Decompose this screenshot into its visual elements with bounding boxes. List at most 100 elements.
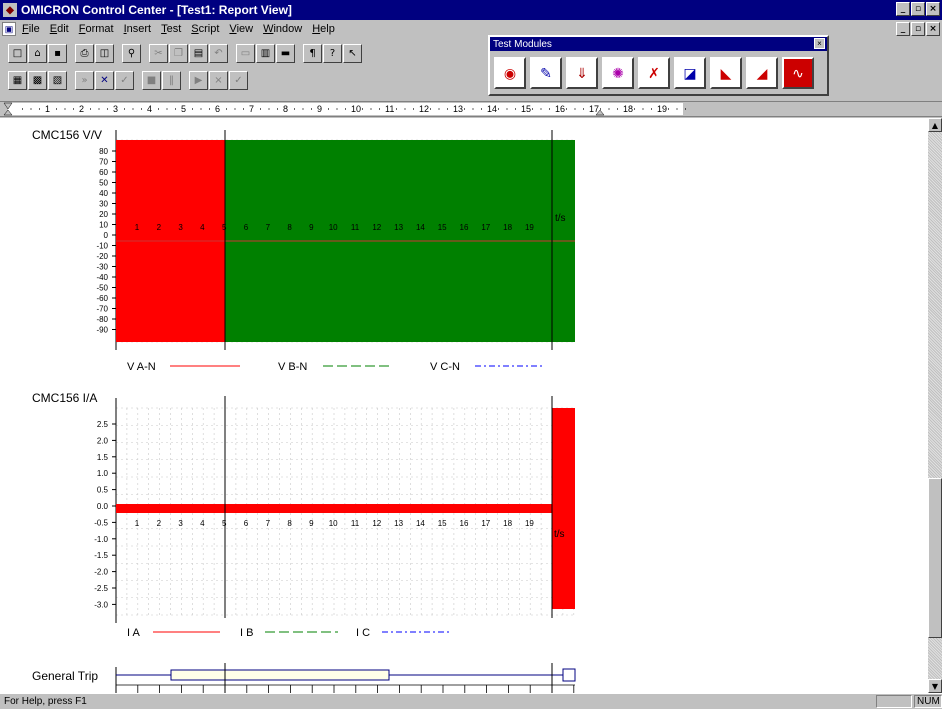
ruler-label: 7 bbox=[249, 104, 254, 114]
differential-icon[interactable]: ◣ bbox=[710, 57, 742, 89]
paste-icon[interactable]: ▤ bbox=[189, 43, 208, 63]
menu-script[interactable]: Script bbox=[191, 23, 219, 35]
menu-insert[interactable]: Insert bbox=[124, 23, 152, 35]
view-report-icon[interactable]: ▬ bbox=[276, 43, 295, 63]
omicron-app-icon[interactable]: ◆ bbox=[3, 3, 17, 17]
scroll-down-arrow-icon[interactable]: ▼ bbox=[928, 679, 942, 693]
pulse-ramping-icon[interactable]: ✺ bbox=[602, 57, 634, 89]
context-help-icon[interactable]: ↖ bbox=[343, 43, 362, 63]
general-trip-chart: General Trip bbox=[32, 663, 576, 693]
voltage-x-tick: 14 bbox=[416, 223, 425, 232]
cut-icon[interactable]: ✂ bbox=[149, 43, 168, 63]
voltage-x-tick: 18 bbox=[503, 223, 512, 232]
minimize-button[interactable]: _ bbox=[896, 2, 910, 16]
test-modules-close-button[interactable]: × bbox=[814, 38, 825, 49]
transplay-icon[interactable]: ∿ bbox=[782, 57, 814, 89]
scrollbar-thumb[interactable] bbox=[928, 478, 942, 638]
voltage-x-unit: t/s bbox=[555, 213, 566, 224]
document-system-icon[interactable]: ▣ bbox=[2, 22, 16, 36]
current-y-tick: 1.5 bbox=[97, 453, 109, 462]
view-split-icon[interactable]: ▥ bbox=[256, 43, 275, 63]
overcurrent-icon[interactable]: ✗ bbox=[638, 57, 670, 89]
vertical-scrollbar[interactable]: ▲ ▼ bbox=[928, 118, 942, 693]
run-all-icon[interactable]: ✕ bbox=[95, 70, 114, 90]
menu-view[interactable]: View bbox=[229, 23, 253, 35]
hardware-icon[interactable]: ▩ bbox=[28, 70, 47, 90]
doc-minimize-button[interactable]: _ bbox=[896, 22, 910, 36]
voltage-y-tick: -80 bbox=[96, 315, 108, 324]
current-x-tick: 3 bbox=[178, 519, 183, 528]
trip-end-block bbox=[562, 668, 576, 682]
ruler[interactable]: 1 2 3 4 5 6 7 8 9 10 11 12 13 14 15 16 17 18 19 bbox=[0, 101, 942, 117]
copy-icon[interactable]: ❐ bbox=[169, 43, 188, 63]
window-titlebar[interactable]: ◆ OMICRON Control Center - [Test1: Repor… bbox=[0, 0, 942, 20]
voltage-x-tick: 12 bbox=[372, 223, 381, 232]
report-view-document[interactable]: CMC156 V/V 80 70 60 50 40 30 20 10 0 -10 -20 -30 -40… bbox=[0, 118, 928, 693]
ruler-label: 18 bbox=[623, 104, 633, 114]
doc-close-button[interactable]: × bbox=[926, 22, 940, 36]
scroll-up-arrow-icon[interactable]: ▲ bbox=[928, 118, 942, 132]
current-chart-title: CMC156 I/A bbox=[32, 391, 97, 405]
new-icon[interactable]: □ bbox=[8, 43, 27, 63]
standard-toolbar: □ ⌂ ▪ ⎙ ◫ ⚲ ✂ ❐ ▤ ↶ ▭ ▥ ▬ ¶ ? ↖ bbox=[8, 42, 362, 64]
voltage-y-tick: -10 bbox=[96, 242, 108, 251]
current-x-tick: 6 bbox=[244, 519, 249, 528]
undo-icon[interactable]: ↶ bbox=[209, 43, 228, 63]
clear-icon[interactable]: × bbox=[209, 70, 228, 90]
menu-edit[interactable]: Edit bbox=[50, 23, 69, 35]
current-y-tick: -3.0 bbox=[94, 600, 108, 609]
ruler-label: 5 bbox=[181, 104, 186, 114]
test-modules-palette[interactable]: Test Modules × ◉ ✎ ⇓ ✺ ✗ ◪ ◣ ◢ ∿ bbox=[488, 35, 829, 96]
voltage-y-tick: -70 bbox=[96, 305, 108, 314]
ruler-label: 2 bbox=[79, 104, 84, 114]
restore-button[interactable]: ▫ bbox=[911, 2, 925, 16]
stop-icon[interactable]: ■ bbox=[142, 70, 161, 90]
current-x-tick: 19 bbox=[525, 519, 534, 528]
general-trip-title: General Trip bbox=[32, 669, 98, 683]
ruler-label: 11 bbox=[385, 104, 394, 114]
find-icon[interactable]: ⚲ bbox=[122, 43, 141, 63]
start-all-icon[interactable]: » bbox=[75, 70, 94, 90]
save-icon[interactable]: ▪ bbox=[48, 43, 67, 63]
close-button[interactable]: × bbox=[926, 2, 940, 16]
menu-format[interactable]: Format bbox=[79, 23, 114, 35]
menu-help[interactable]: Help bbox=[312, 23, 335, 35]
legend-va-n: V A-N bbox=[127, 361, 156, 373]
menu-file[interactable]: File bbox=[22, 23, 40, 35]
test-modules-titlebar[interactable]: Test Modules × bbox=[490, 37, 827, 51]
play-icon[interactable]: ▶ bbox=[189, 70, 208, 90]
legend-ia: I A bbox=[127, 627, 141, 639]
help-icon[interactable]: ? bbox=[323, 43, 342, 63]
ruler-label: 12 bbox=[419, 104, 429, 114]
quickcmc-module-icon[interactable]: ◉ bbox=[494, 57, 526, 89]
ruler-label: 1 bbox=[45, 104, 50, 114]
pause-icon[interactable]: ‖ bbox=[162, 70, 181, 90]
print-icon[interactable]: ⎙ bbox=[75, 43, 94, 63]
voltage-x-tick: 16 bbox=[460, 223, 469, 232]
voltage-y-tick: 30 bbox=[99, 200, 108, 209]
open-icon[interactable]: ⌂ bbox=[28, 43, 47, 63]
voltage-chart-title: CMC156 V/V bbox=[32, 128, 102, 142]
current-y-tick: -2.5 bbox=[94, 584, 108, 593]
doc-restore-button[interactable]: ▫ bbox=[911, 22, 925, 36]
accept-icon[interactable]: ✓ bbox=[229, 70, 248, 90]
paragraph-icon[interactable]: ¶ bbox=[303, 43, 322, 63]
current-y-tick: -2.0 bbox=[94, 568, 108, 577]
state-sequencer-icon[interactable]: ✎ bbox=[530, 57, 562, 89]
check-icon[interactable]: ✓ bbox=[115, 70, 134, 90]
current-y-tick: 2.0 bbox=[97, 436, 109, 445]
calculator-icon[interactable]: ▦ bbox=[8, 70, 27, 90]
autoreclosure-icon[interactable]: ◢ bbox=[746, 57, 778, 89]
ramping-icon[interactable]: ⇓ bbox=[566, 57, 598, 89]
view-normal-icon[interactable]: ▭ bbox=[236, 43, 255, 63]
menu-test[interactable]: Test bbox=[161, 23, 181, 35]
voltage-y-tick: 40 bbox=[99, 189, 108, 198]
sequencer-icon[interactable]: ▧ bbox=[48, 70, 67, 90]
menu-window[interactable]: Window bbox=[263, 23, 302, 35]
print-preview-icon[interactable]: ◫ bbox=[95, 43, 114, 63]
current-x-tick: 4 bbox=[200, 519, 205, 528]
current-x-tick: 10 bbox=[329, 519, 338, 528]
voltage-x-tick: 7 bbox=[266, 223, 271, 232]
distance-icon[interactable]: ◪ bbox=[674, 57, 706, 89]
ruler-label: 14 bbox=[487, 104, 497, 114]
